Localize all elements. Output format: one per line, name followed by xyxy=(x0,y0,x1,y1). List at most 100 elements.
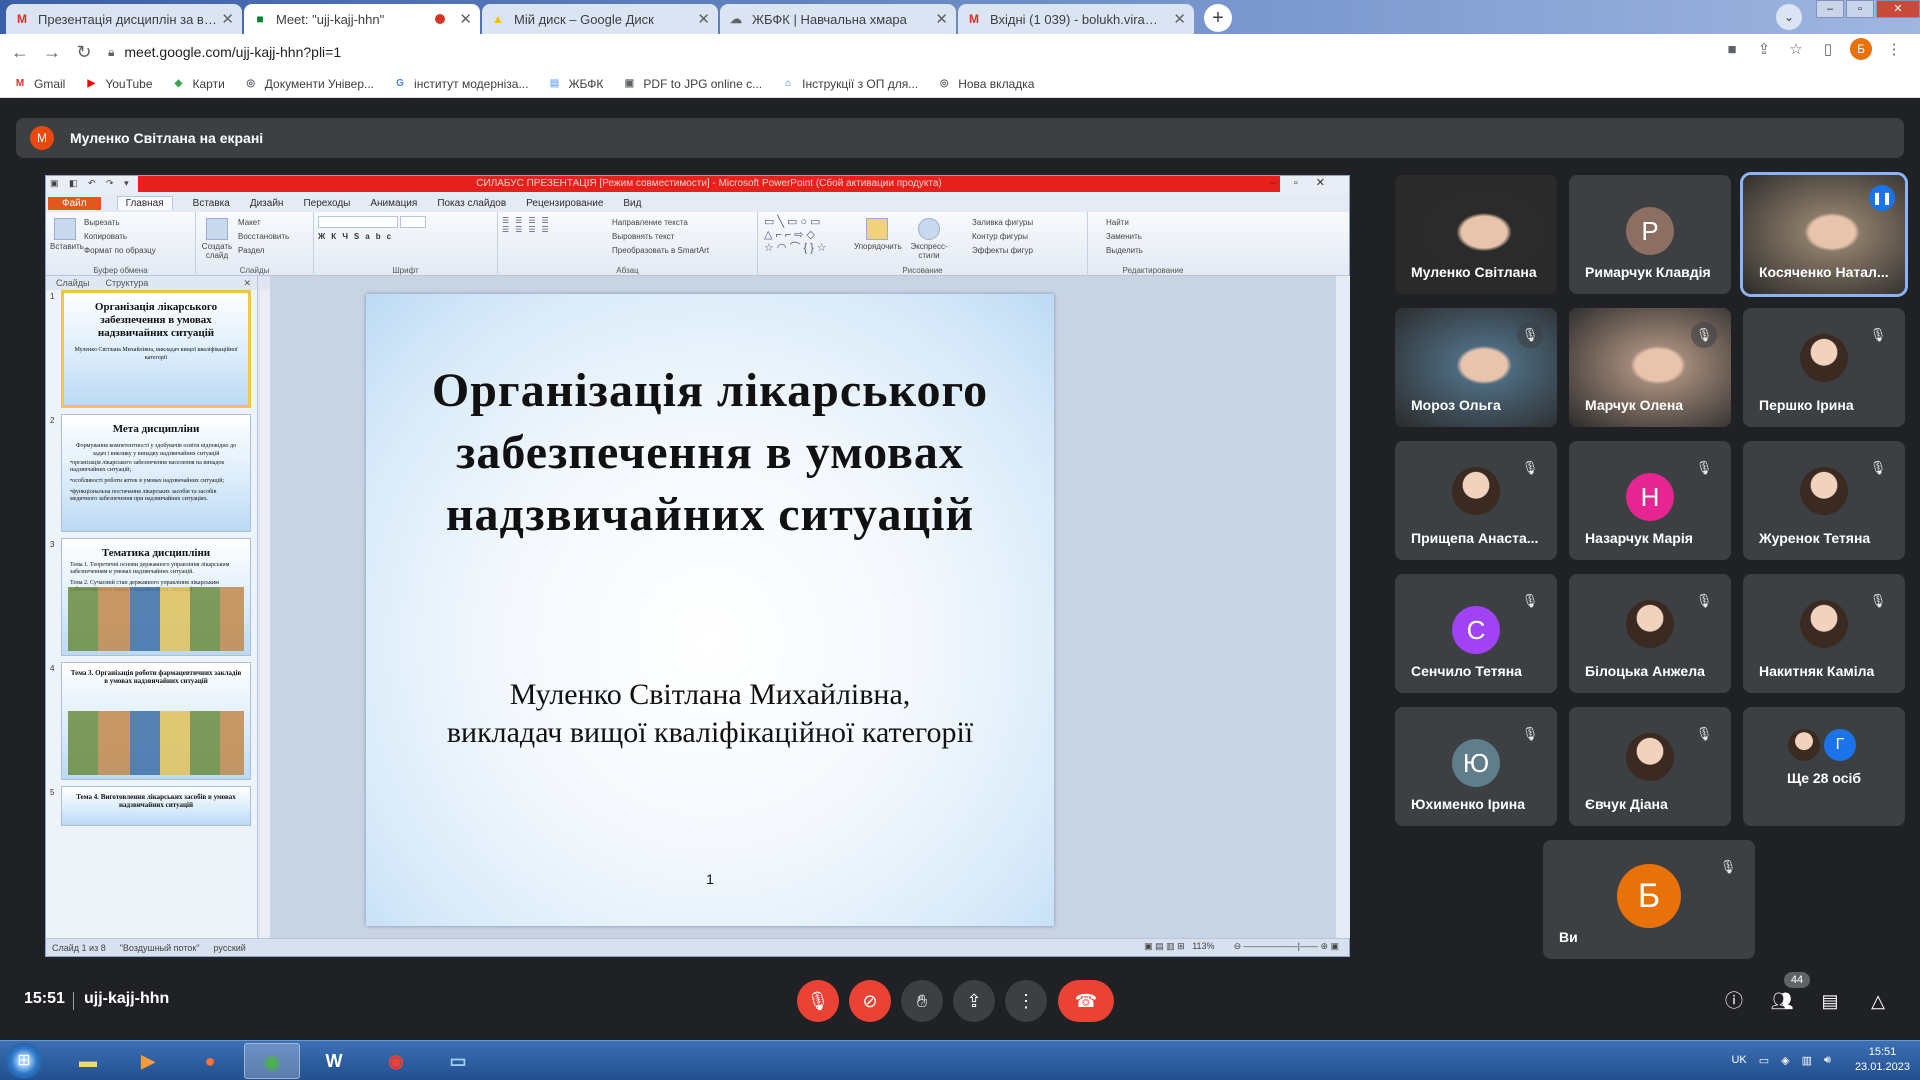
participant-tile[interactable]: ❚❚ Косяченко Натал... xyxy=(1740,172,1908,297)
language-indicator[interactable]: UK xyxy=(1731,1054,1746,1066)
font-size-combo[interactable] xyxy=(400,216,427,228)
browser-tab[interactable]: ■ Meet: "ujj-kajj-hhn" ✕ xyxy=(244,4,480,34)
maximize-button[interactable]: ▫ xyxy=(1846,0,1874,18)
share-icon[interactable]: ⇪ xyxy=(1748,40,1780,58)
people-icon[interactable]: 👥︎ xyxy=(1766,985,1798,1017)
arrange-button[interactable]: Упорядочить xyxy=(854,216,902,251)
participant-tile[interactable]: Г Ще 28 осіб xyxy=(1743,707,1905,826)
participant-tile[interactable]: Р Римарчук Клавдія xyxy=(1569,175,1731,294)
copy-button[interactable]: Копировать xyxy=(84,230,156,244)
smartart-button[interactable]: Преобразовать в SmartArt xyxy=(612,244,709,258)
chat-icon[interactable]: ▤ xyxy=(1814,985,1846,1017)
participant-tile[interactable]: С 🎙︎ Сенчило Тетяна xyxy=(1395,574,1557,693)
slide-thumbnail[interactable]: Організація лікарського забезпечення в у… xyxy=(61,290,251,408)
firefox-taskbar-icon[interactable]: ● xyxy=(182,1043,238,1079)
participant-tile[interactable]: 🎙︎ Накитняк Каміла xyxy=(1743,574,1905,693)
present-screen-button[interactable]: ⇪ xyxy=(953,980,995,1022)
raise-hand-button[interactable]: ✋︎ xyxy=(901,980,943,1022)
thumbnail-scrollbar[interactable] xyxy=(260,290,270,938)
address-bar[interactable]: 🔒︎ meet.google.com/ujj-kajj-hhn?pli=1 xyxy=(108,38,1708,66)
reset-button[interactable]: Восстановить xyxy=(238,230,289,244)
chrome-alt-taskbar-icon[interactable]: ◉ xyxy=(368,1043,424,1079)
participant-tile[interactable]: Б 🎙︎ Ви xyxy=(1543,840,1755,959)
reload-icon[interactable]: ↻ xyxy=(68,36,100,68)
tab-close-icon[interactable]: ✕ xyxy=(1173,10,1186,28)
slide-thumbnail[interactable]: Мета дисципліни Формування компетентності… xyxy=(61,414,251,532)
screen-taskbar-icon[interactable]: ▭ xyxy=(430,1043,486,1079)
participant-tile[interactable]: 🎙︎ Журенок Тетяна xyxy=(1743,441,1905,560)
tab-close-icon[interactable]: ✕ xyxy=(697,10,710,28)
meeting-info-icon[interactable]: ⓘ xyxy=(1718,985,1750,1017)
ribbon-tab[interactable]: Анимация xyxy=(370,198,417,209)
bookmark-star-icon[interactable]: ☆ xyxy=(1780,40,1812,58)
ribbon-tab[interactable]: Главная xyxy=(116,196,173,210)
browser-tab[interactable]: ☁ ЖБФК | Навчальна хмара ✕ xyxy=(720,4,956,34)
slide-scrollbar[interactable] xyxy=(1336,276,1350,938)
leave-call-button[interactable]: ☎︎ xyxy=(1058,980,1114,1022)
font-name-combo[interactable] xyxy=(318,216,398,228)
ribbon-tab[interactable]: Переходы xyxy=(303,198,350,209)
camera-off-button[interactable]: ⊘ xyxy=(849,980,891,1022)
bookmark-item[interactable]: ▶ YouTube xyxy=(83,77,152,91)
bookmark-item[interactable]: ▤ ЖБФК xyxy=(546,77,604,91)
tray-clock[interactable]: 15:51 23.01.2023 xyxy=(1855,1045,1910,1075)
side-panel-icon[interactable]: ▯ xyxy=(1812,40,1844,58)
zoom-controls[interactable]: ▣ ▤ ▥ ⊞ 113% ⊖ ——————|—— ⊕ ▣ xyxy=(1144,941,1339,952)
bookmark-item[interactable]: ⌂ Інструкції з ОП для... xyxy=(780,77,918,91)
shapes-gallery[interactable]: ▭╲▭○▭ △⌐⌐⇨◇ ☆◠⌒{}☆ xyxy=(764,216,830,255)
word-taskbar-icon[interactable]: W xyxy=(306,1043,362,1079)
security-icon[interactable]: ◈ xyxy=(1781,1054,1789,1067)
pane-tab-outline[interactable]: Структура xyxy=(106,278,149,288)
ribbon-tab[interactable]: Вид xyxy=(623,198,641,209)
tab-close-icon[interactable]: ✕ xyxy=(935,10,948,28)
slide-thumbnail[interactable]: Тема 3. Організація роботи фармацевтични… xyxy=(61,662,251,780)
participant-tile[interactable]: Ю 🎙︎ Юхименко Ірина xyxy=(1395,707,1557,826)
align-text-button[interactable]: Выровнять текст xyxy=(612,230,709,244)
text-direction-button[interactable]: Направление текста xyxy=(612,216,709,230)
section-button[interactable]: Раздел xyxy=(238,244,289,258)
paragraph-buttons[interactable]: ☰☰☰☰ ☰☰☰☰ xyxy=(502,216,555,234)
camera-icon[interactable]: ■ xyxy=(1716,41,1748,58)
tab-close-icon[interactable]: ✕ xyxy=(221,10,234,28)
media-player-taskbar-icon[interactable]: ▶ xyxy=(120,1043,176,1079)
ribbon-tab[interactable]: Рецензирование xyxy=(526,198,603,209)
participant-tile[interactable]: 🎙︎ Євчук Діана xyxy=(1569,707,1731,826)
replace-button[interactable]: Заменить xyxy=(1092,230,1214,244)
menu-dots-icon[interactable]: ⋮ xyxy=(1878,40,1910,58)
shape-outline-button[interactable]: Контур фигуры xyxy=(972,230,1033,244)
font-format-buttons[interactable]: ЖКЧSabc xyxy=(318,230,493,244)
ribbon-tab[interactable]: Вставка xyxy=(193,198,230,209)
participant-tile[interactable]: 🎙︎ Прищепа Анаста... xyxy=(1395,441,1557,560)
minimize-button[interactable]: – xyxy=(1816,0,1844,18)
new-slide-button[interactable]: Создать слайд xyxy=(200,216,234,260)
participant-tile[interactable]: Н 🎙︎ Назарчук Марія xyxy=(1569,441,1731,560)
bookmark-item[interactable]: ◎ Документи Універ... xyxy=(243,77,374,91)
bookmark-item[interactable]: ◎ Нова вкладка xyxy=(936,77,1035,91)
participant-tile[interactable]: 🎙︎ Мороз Ольга xyxy=(1395,308,1557,427)
ribbon-tab[interactable]: Файл xyxy=(48,196,101,210)
tab-close-icon[interactable]: ✕ xyxy=(459,10,472,28)
activities-icon[interactable]: △ xyxy=(1862,985,1894,1017)
back-icon[interactable]: ← xyxy=(4,36,36,68)
ribbon-tab[interactable]: Показ слайдов xyxy=(437,198,506,209)
browser-tab[interactable]: ▲ Мій диск – Google Диск ✕ xyxy=(482,4,718,34)
slide-thumbnail[interactable]: Тема 4. Виготовлення лікарських засобів … xyxy=(61,786,251,826)
participant-tile[interactable]: Муленко Світлана xyxy=(1395,175,1557,294)
close-pane-icon[interactable]: ✕ xyxy=(243,278,251,289)
shape-effects-button[interactable]: Эффекты фигур xyxy=(972,244,1033,258)
shape-fill-button[interactable]: Заливка фигуры xyxy=(972,216,1033,230)
bookmark-item[interactable]: ▣ PDF to JPG online c... xyxy=(621,77,762,91)
volume-icon[interactable]: 🔊︎ xyxy=(1824,1054,1831,1067)
format-painter-button[interactable]: Формат по образцу xyxy=(84,244,156,258)
forward-icon[interactable]: → xyxy=(36,36,68,68)
close-window-button[interactable]: ✕ xyxy=(1876,0,1920,18)
pane-tab-slides[interactable]: Слайды xyxy=(56,278,90,288)
new-tab-button[interactable]: + xyxy=(1204,4,1232,32)
layout-button[interactable]: Макет xyxy=(238,216,289,230)
browser-tab[interactable]: M Вхідні (1 039) - bolukh.vira@pha ✕ xyxy=(958,4,1194,34)
ribbon-tab[interactable]: Дизайн xyxy=(250,198,284,209)
tab-search-icon[interactable]: ⌄ xyxy=(1776,4,1802,30)
network-icon[interactable]: ▥ xyxy=(1802,1054,1812,1067)
find-button[interactable]: Найти xyxy=(1092,216,1214,230)
explorer-taskbar-icon[interactable]: ▬ xyxy=(60,1043,116,1079)
